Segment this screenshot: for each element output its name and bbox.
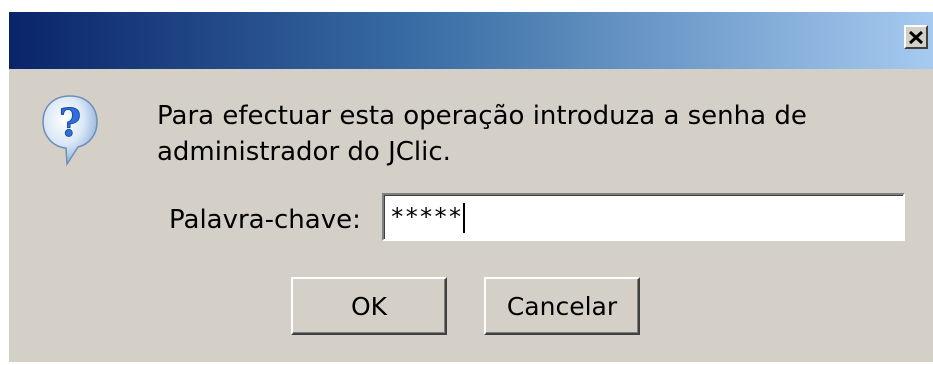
password-label: Palavra-chave:: [169, 205, 361, 235]
close-icon: [909, 30, 923, 44]
password-dialog: ? Para efectuar esta operação introduza …: [9, 12, 933, 362]
title-bar[interactable]: [9, 12, 933, 69]
text-caret: [463, 203, 466, 233]
question-icon: ?: [42, 95, 98, 167]
password-field[interactable]: *****: [382, 193, 905, 241]
ok-button[interactable]: OK: [291, 277, 447, 335]
cancel-button[interactable]: Cancelar: [484, 277, 640, 335]
password-value: *****: [390, 203, 463, 231]
svg-text:?: ?: [59, 100, 81, 145]
close-button[interactable]: [904, 25, 928, 49]
dialog-message: Para efectuar esta operação introduza a …: [157, 101, 807, 167]
